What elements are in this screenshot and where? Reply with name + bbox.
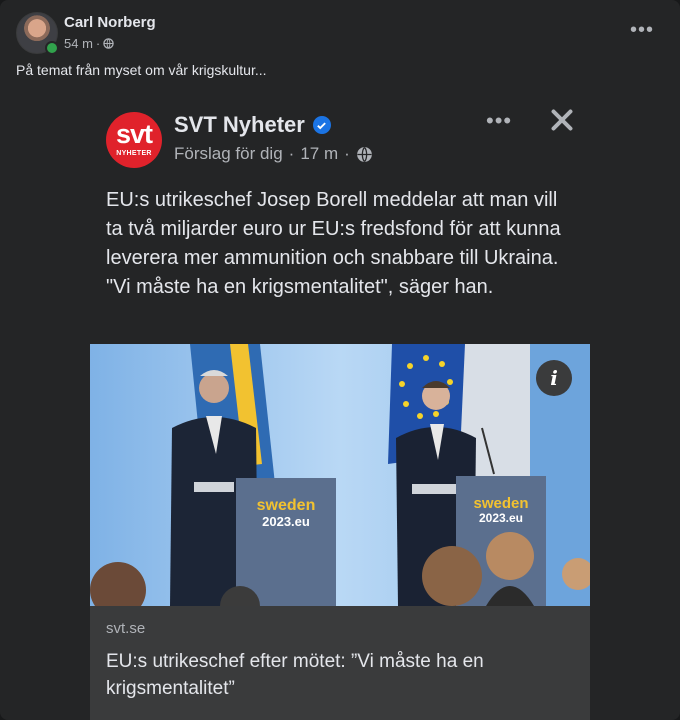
suggested-label: Förslag för dig <box>174 144 283 163</box>
close-icon[interactable] <box>550 108 574 132</box>
author-name[interactable]: Carl Norberg <box>64 14 156 31</box>
page-name[interactable]: SVT Nyheter <box>174 112 331 138</box>
globe-icon[interactable] <box>103 38 114 49</box>
more-options-icon[interactable]: ••• <box>486 110 512 132</box>
podium-left-line2: 2023.eu <box>262 514 310 529</box>
shared-meta: Förslag för dig · 17 m · <box>174 144 373 164</box>
shared-time[interactable]: 17 m <box>300 144 338 164</box>
podium-left-line1: sweden <box>257 497 316 514</box>
link-domain: svt.se <box>106 620 146 637</box>
podium-right-line1: sweden <box>473 495 528 512</box>
globe-icon[interactable] <box>356 146 373 163</box>
link-preview[interactable]: svt.se EU:s utrikeschef efter mötet: ”Vi… <box>90 606 590 720</box>
meta-separator: · <box>344 144 350 163</box>
logo-text: svt <box>115 119 153 149</box>
post-time[interactable]: 54 m <box>64 36 93 51</box>
shared-post-text: EU:s utrikeschef Josep Borell meddelar a… <box>106 189 561 298</box>
page-name-text[interactable]: SVT Nyheter <box>174 112 305 138</box>
news-photo[interactable]: sweden 2023.eu sweden 2023.eu i <box>90 344 590 606</box>
meta-separator: · <box>288 144 295 163</box>
logo-subtext: NYHETER <box>116 150 152 157</box>
svt-logo[interactable]: svt NYHETER <box>106 112 162 168</box>
post-meta: 54 m · <box>64 36 114 51</box>
info-icon[interactable]: i <box>536 360 572 396</box>
more-options-icon[interactable]: ••• <box>630 20 654 40</box>
podium-right-line2: 2023.eu <box>479 511 523 525</box>
meta-separator: · <box>95 36 101 51</box>
link-title[interactable]: EU:s utrikeschef efter mötet: ”Vi måste … <box>106 648 566 702</box>
shared-post: svt NYHETER SVT Nyheter Förslag för dig … <box>90 92 590 720</box>
post-text: På temat från myset om vår krigskultur..… <box>16 62 267 78</box>
verified-badge-icon <box>312 116 331 134</box>
post-header: Carl Norberg 54 m · ••• <box>16 12 664 55</box>
photo-illustration: sweden 2023.eu sweden 2023.eu <box>90 344 590 606</box>
online-status-dot <box>45 41 59 55</box>
post-card: Carl Norberg 54 m · ••• På temat från my… <box>0 0 680 720</box>
